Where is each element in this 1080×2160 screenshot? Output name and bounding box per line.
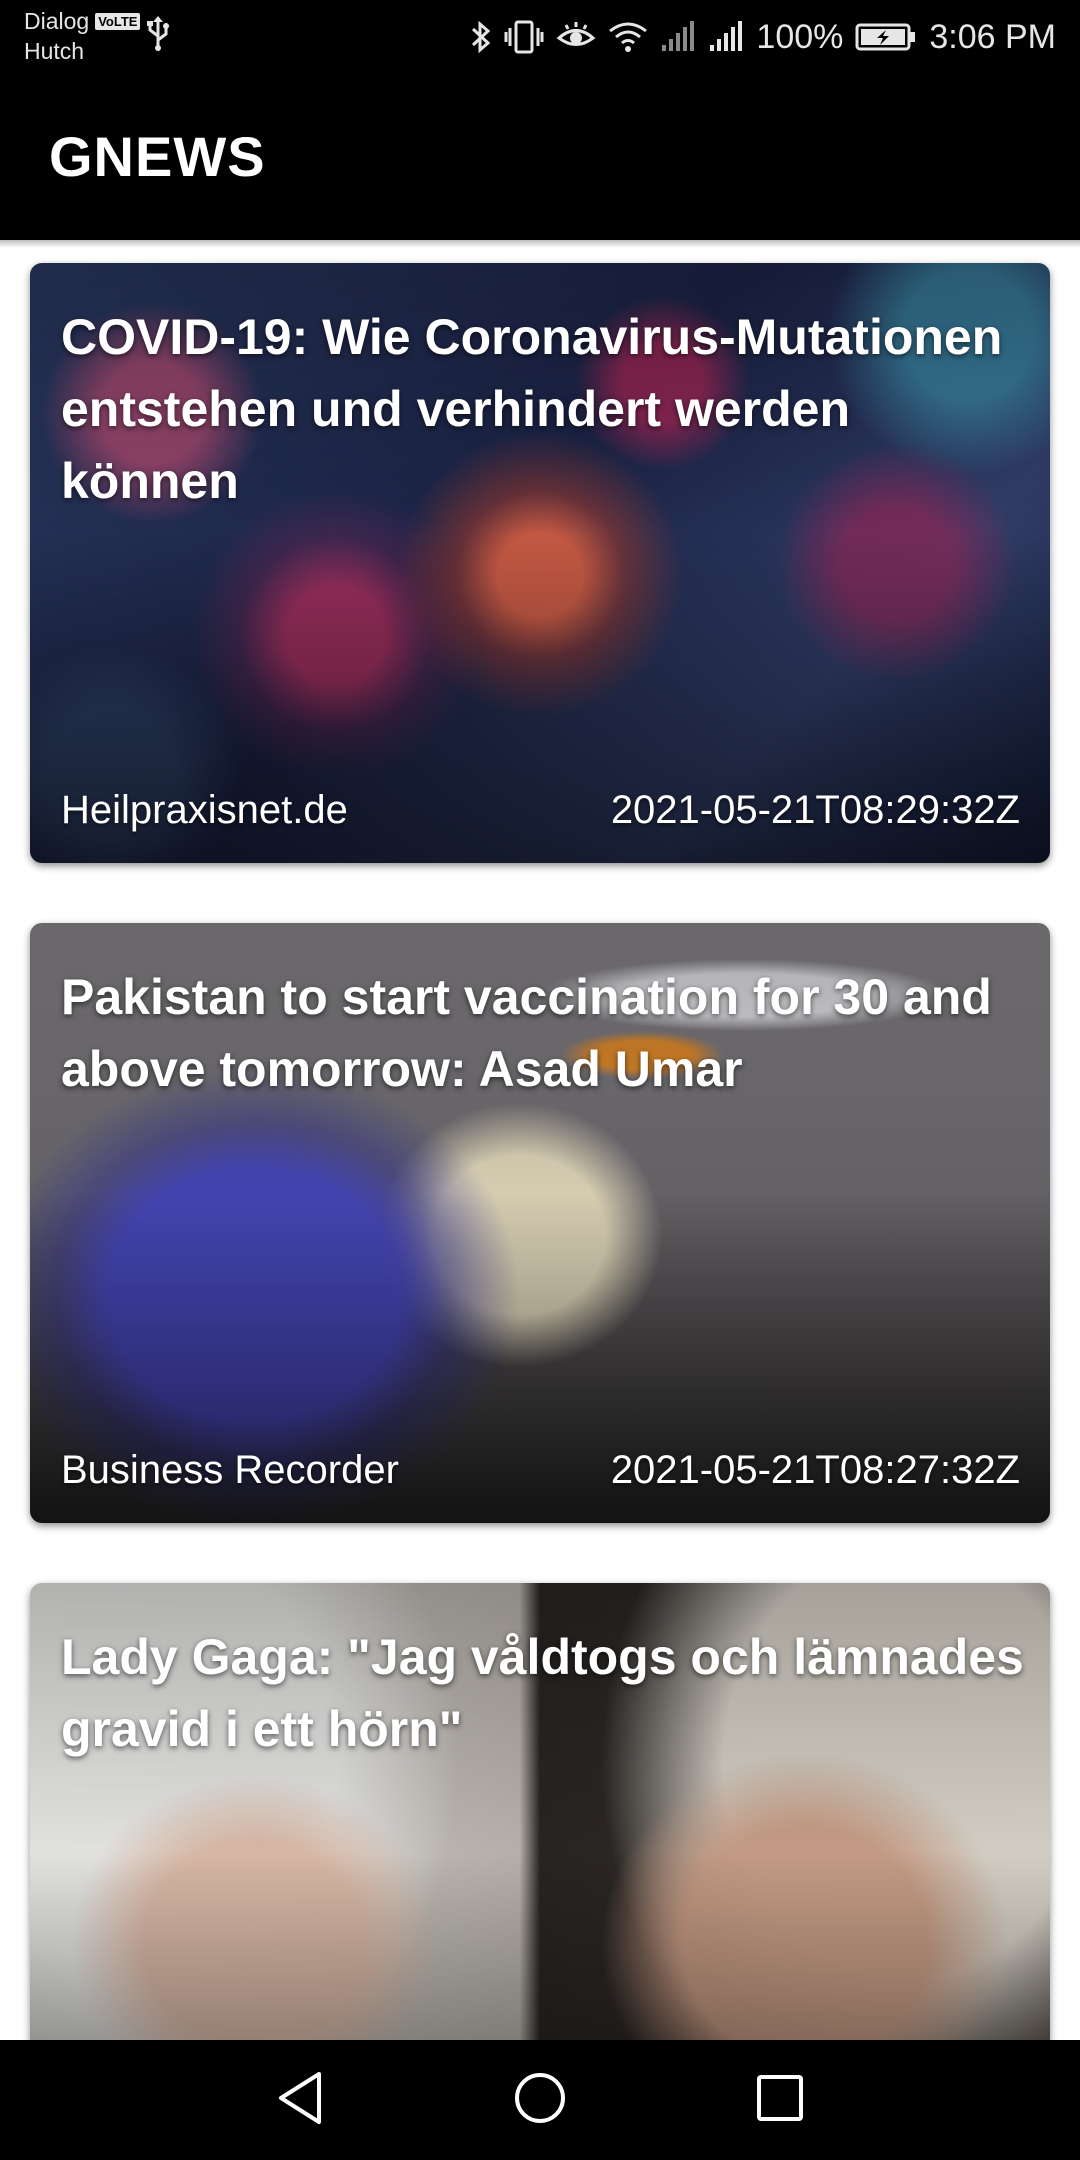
app-bar-shadow bbox=[0, 240, 1080, 248]
signal-icon bbox=[708, 19, 744, 55]
carrier-name-secondary: Hutch bbox=[24, 38, 85, 64]
system-nav-bar bbox=[0, 2040, 1080, 2160]
app-title: GNEWS bbox=[49, 125, 266, 188]
usb-icon bbox=[146, 16, 170, 57]
battery-charging-icon bbox=[855, 19, 917, 55]
home-button[interactable] bbox=[500, 2060, 580, 2140]
article-source: Heilpraxisnet.de bbox=[61, 788, 348, 832]
back-button[interactable] bbox=[260, 2060, 340, 2140]
clock: 3:06 PM bbox=[929, 18, 1056, 56]
article-date: 2021-05-21T08:27:32Z bbox=[610, 1448, 1020, 1492]
article-date: 2021-05-21T08:29:32Z bbox=[610, 788, 1020, 832]
article-title: COVID-19: Wie Coronavirus-Mutationen ent… bbox=[61, 309, 1003, 509]
screen: Dialog VoLTE Hutch 100% 3:06 PM GNEWS CO… bbox=[0, 0, 1080, 2160]
news-card[interactable]: Pakistan to start vaccination for 30 and… bbox=[30, 923, 1050, 1523]
status-bar: Dialog VoLTE Hutch 100% 3:06 PM bbox=[0, 0, 1080, 74]
eye-comfort-icon bbox=[556, 19, 596, 55]
article-title: Lady Gaga: "Jag våldtogs och lämnades gr… bbox=[61, 1629, 1024, 1757]
volte-badge: VoLTE bbox=[95, 12, 141, 30]
wifi-icon bbox=[608, 19, 648, 55]
carrier-name-primary: Dialog bbox=[24, 8, 90, 34]
news-feed[interactable]: COVID-19: Wie Coronavirus-Mutationen ent… bbox=[0, 248, 1080, 2040]
home-icon bbox=[512, 2070, 568, 2131]
recents-icon bbox=[755, 2073, 805, 2128]
bluetooth-icon bbox=[470, 19, 492, 55]
carrier-info: Dialog VoLTE Hutch bbox=[24, 6, 141, 66]
status-icons: 100% 3:06 PM bbox=[470, 0, 1056, 74]
article-source: Business Recorder bbox=[61, 1448, 399, 1492]
back-icon bbox=[275, 2070, 325, 2131]
signal-icon bbox=[660, 19, 696, 55]
news-card[interactable]: Lady Gaga: "Jag våldtogs och lämnades gr… bbox=[30, 1583, 1050, 2040]
article-title: Pakistan to start vaccination for 30 and… bbox=[61, 969, 992, 1097]
recents-button[interactable] bbox=[740, 2060, 820, 2140]
news-card[interactable]: COVID-19: Wie Coronavirus-Mutationen ent… bbox=[30, 263, 1050, 863]
vibrate-icon bbox=[504, 19, 544, 55]
app-bar: GNEWS bbox=[0, 74, 1080, 240]
battery-percent: 100% bbox=[756, 18, 844, 56]
